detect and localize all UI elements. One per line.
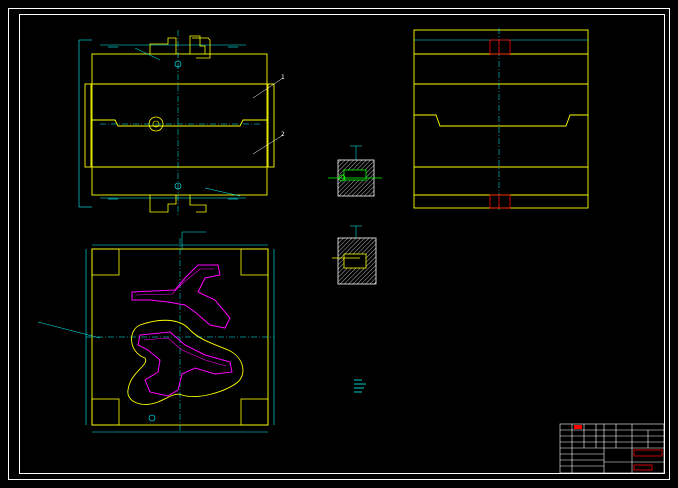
balloon-1: 1 [281,74,285,81]
cad-drawing-canvas: 1 2 [8,8,670,480]
title-block-stamp-small [633,464,653,471]
top-view [78,30,284,215]
title-block-header-mark [574,425,582,429]
title-block-stamp [633,449,663,457]
front-section-view [413,28,589,212]
balloon-2: 2 [281,131,285,138]
title-block [559,423,665,474]
technical-notes [354,379,366,393]
plan-cavity-view [37,231,275,433]
detail-a [328,145,382,197]
detail-b [332,225,377,285]
